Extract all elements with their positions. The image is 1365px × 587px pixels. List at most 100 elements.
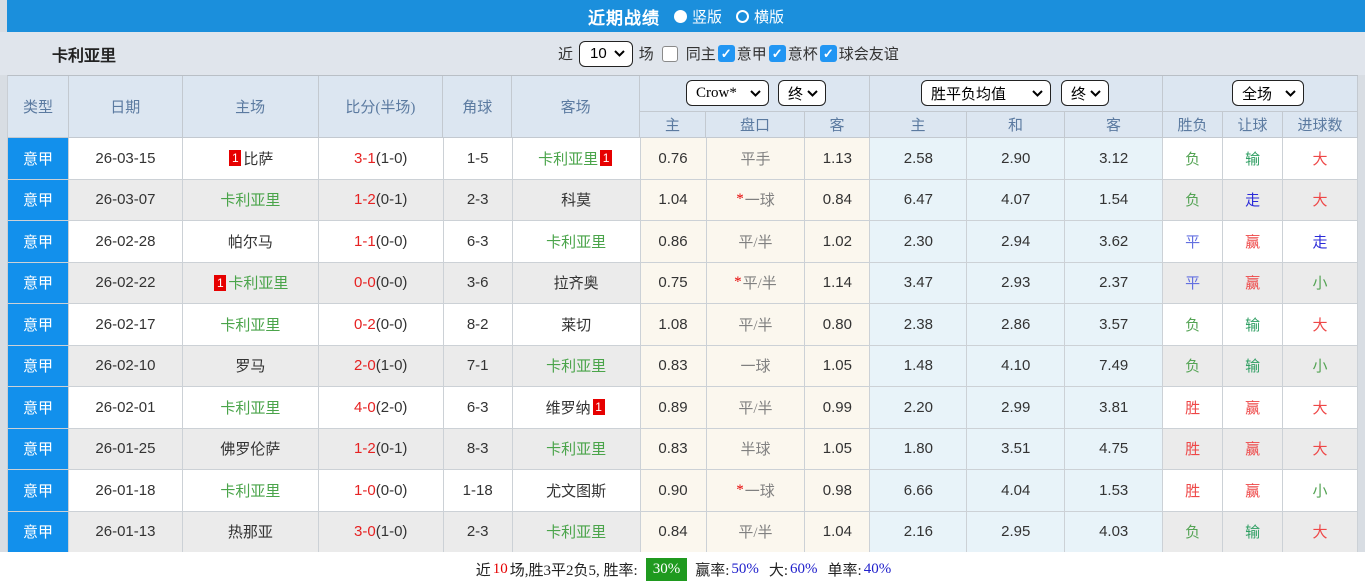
result-wdl: 负 bbox=[1185, 317, 1201, 334]
avg-type-select[interactable]: 胜平负均值 bbox=[921, 80, 1051, 106]
odds-away-cell: 0.84 bbox=[805, 179, 871, 221]
avg-home-cell: 2.58 bbox=[870, 138, 968, 180]
italy-cup-checkbox[interactable]: ✓ bbox=[768, 45, 786, 62]
result-wdl-cell: 胜 bbox=[1163, 470, 1224, 512]
subheader-result-goals: 进球数 bbox=[1282, 111, 1358, 137]
halftime-score: (1-0) bbox=[375, 523, 408, 541]
result-goals-cell: 大 bbox=[1283, 387, 1358, 429]
match-count: 10 bbox=[492, 561, 508, 577]
handicap-line: 平/半 bbox=[742, 276, 777, 293]
result-handicap: 赢 bbox=[1245, 400, 1261, 417]
match-count-select[interactable]: 10 bbox=[579, 40, 633, 67]
odds-home: 0.89 bbox=[658, 398, 688, 416]
away-team-name: 拉齐奥 bbox=[553, 276, 599, 293]
odds-away-cell: 0.99 bbox=[805, 387, 871, 429]
odds-company-select[interactable]: Crow* bbox=[686, 80, 769, 106]
odds-home-cell: 0.86 bbox=[640, 221, 707, 263]
avg-draw-cell: 2.95 bbox=[967, 511, 1066, 553]
result-goals: 小 bbox=[1312, 359, 1328, 376]
club-friendly-checkbox[interactable]: ✓ bbox=[819, 45, 837, 62]
home-team-cell: 1 比萨 bbox=[182, 138, 319, 180]
radio-selected-icon[interactable] bbox=[673, 9, 687, 23]
away-team-name: 卡利亚里 bbox=[538, 151, 599, 168]
avg-draw: 2.95 bbox=[1001, 523, 1031, 541]
away-team-cell: 科莫 bbox=[512, 179, 641, 221]
avg-home-cell: 6.66 bbox=[870, 470, 968, 512]
radio-unselected-icon[interactable] bbox=[736, 9, 749, 23]
corners-cell: 2-3 bbox=[443, 511, 513, 553]
home-team-name: 卡利亚里 bbox=[220, 193, 281, 210]
avg-home: 2.30 bbox=[903, 232, 933, 250]
stat-label: 赢率: bbox=[695, 563, 730, 579]
home-team-cell: 卡利亚里 bbox=[182, 304, 319, 346]
score-cell: 3-0 (1-0) bbox=[318, 511, 444, 553]
home-team-name: 罗马 bbox=[235, 359, 266, 376]
fulltime-score: 1-0 bbox=[354, 481, 376, 499]
avg-home-cell: 1.48 bbox=[870, 345, 968, 387]
date-cell: 26-03-15 bbox=[68, 138, 183, 180]
avg-home: 1.80 bbox=[903, 440, 933, 458]
layout-option-horizontal[interactable]: 横版 bbox=[726, 6, 784, 27]
odds-home: 0.75 bbox=[658, 274, 688, 292]
result-goals-cell: 走 bbox=[1283, 221, 1358, 263]
result-wdl-cell: 平 bbox=[1163, 221, 1224, 263]
avg-away: 4.75 bbox=[1099, 440, 1129, 458]
odds-away: 1.13 bbox=[822, 149, 852, 167]
result-goals: 大 bbox=[1312, 317, 1328, 334]
avg-draw-cell: 2.99 bbox=[967, 387, 1066, 429]
odds-home-cell: 0.83 bbox=[640, 428, 707, 470]
summary-footer: 近 10 场,胜3平2负5, 胜率: 30% 赢率: 50% 大: 60% 单率: 40% bbox=[0, 552, 1365, 587]
avg-home: 2.16 bbox=[903, 523, 933, 541]
result-goals: 大 bbox=[1312, 525, 1328, 542]
avg-home: 6.66 bbox=[903, 481, 933, 499]
away-team-cell: 尤文图斯 bbox=[512, 470, 641, 512]
club-friendly-label: 球会友谊 bbox=[838, 47, 899, 63]
same-home-checkbox[interactable] bbox=[661, 45, 678, 62]
fulltime-score: 0-2 bbox=[354, 315, 376, 333]
table-header: 类型 日期 主场 比分(半场) 角球 客场 主 盘口 客 主 和 客 胜负 让球… bbox=[8, 76, 1358, 138]
serie-a-checkbox[interactable]: ✓ bbox=[717, 45, 735, 62]
avg-home-cell: 3.47 bbox=[870, 262, 968, 304]
result-goals: 大 bbox=[1312, 151, 1328, 168]
match-type: 意甲 bbox=[22, 234, 53, 251]
layout-option-vertical[interactable]: 竖版 bbox=[664, 6, 722, 27]
match-type: 意甲 bbox=[22, 442, 53, 459]
odds-line-cell: * 一球 bbox=[706, 470, 806, 512]
odds-home-cell: 0.84 bbox=[640, 511, 707, 553]
chevron-down-icon bbox=[1032, 89, 1043, 97]
win-rate-badge: 30% bbox=[645, 558, 688, 581]
match-type: 意甲 bbox=[22, 359, 53, 376]
avg-away-cell: 1.54 bbox=[1065, 179, 1164, 221]
avg-away: 3.57 bbox=[1099, 315, 1129, 333]
odds-time-select[interactable]: 终 bbox=[778, 80, 826, 106]
corners-value: 7-1 bbox=[466, 357, 489, 375]
halftime-score: (0-0) bbox=[375, 481, 408, 499]
match-type: 意甲 bbox=[22, 151, 53, 168]
score-cell: 4-0 (2-0) bbox=[318, 387, 444, 429]
serie-a-label: 意甲 bbox=[736, 47, 767, 63]
corners-cell: 2-3 bbox=[443, 179, 513, 221]
score-cell: 2-0 (1-0) bbox=[318, 345, 444, 387]
match-date: 26-01-18 bbox=[95, 481, 156, 499]
result-scope-select[interactable]: 全场 bbox=[1232, 80, 1304, 106]
match-date: 26-02-28 bbox=[95, 232, 156, 250]
avg-away-cell: 7.49 bbox=[1065, 345, 1164, 387]
avg-time-select[interactable]: 终 bbox=[1061, 80, 1109, 106]
home-team-name: 佛罗伦萨 bbox=[220, 442, 281, 459]
subheader-odds-home: 主 bbox=[639, 111, 706, 137]
result-goals-cell: 小 bbox=[1283, 345, 1358, 387]
match-type: 意甲 bbox=[22, 400, 53, 417]
corners-cell: 7-1 bbox=[443, 345, 513, 387]
odds-home-cell: 1.04 bbox=[640, 179, 707, 221]
date-cell: 26-02-28 bbox=[68, 221, 183, 263]
avg-home-cell: 1.80 bbox=[870, 428, 968, 470]
odds-away-cell: 0.98 bbox=[805, 470, 871, 512]
match-type-cell: 意甲 bbox=[8, 138, 69, 180]
radio-label[interactable]: 竖版 bbox=[692, 6, 722, 27]
odds-line-cell: 平/半 bbox=[706, 221, 806, 263]
home-team-cell: 罗马 bbox=[182, 345, 319, 387]
result-goals-cell: 大 bbox=[1283, 304, 1358, 346]
radio-label[interactable]: 横版 bbox=[754, 6, 784, 27]
fulltime-score: 3-0 bbox=[354, 523, 376, 541]
avg-draw: 3.51 bbox=[1001, 440, 1031, 458]
